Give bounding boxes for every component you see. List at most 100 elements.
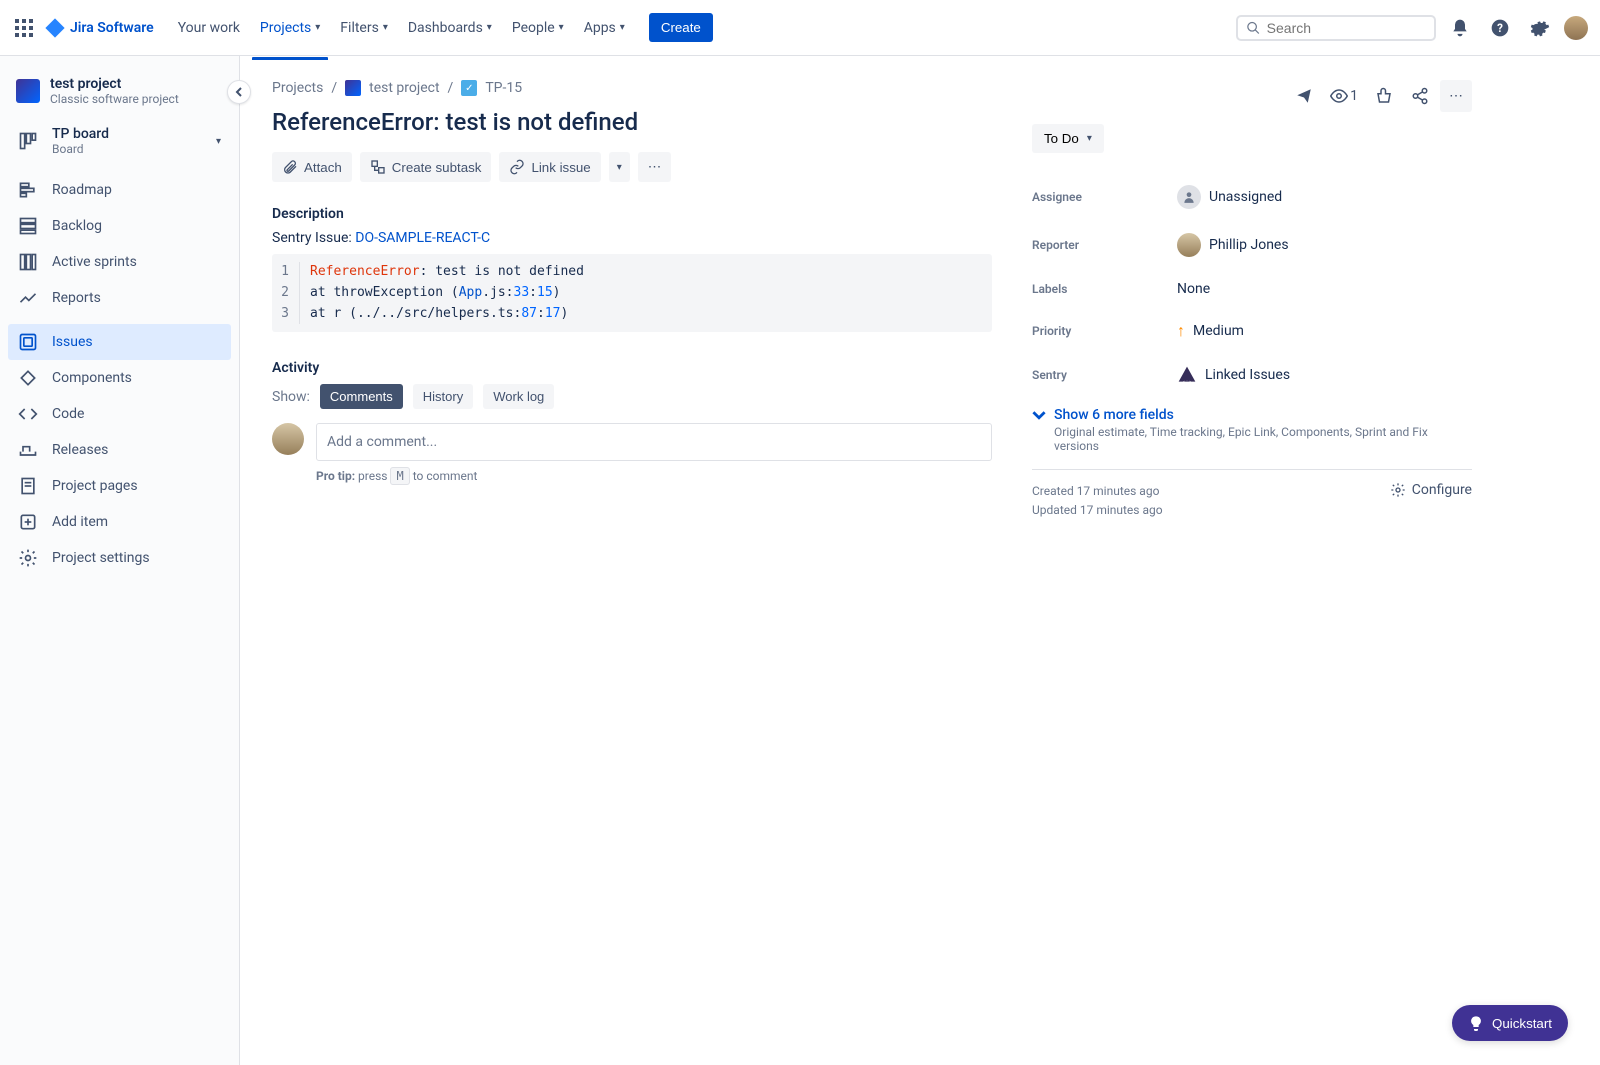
meta-dates: Created 17 minutes ago Updated 17 minute…	[1032, 482, 1163, 520]
sidebar-item-project-pages[interactable]: Project pages	[8, 468, 231, 504]
code-icon	[18, 404, 38, 424]
app-switcher-icon[interactable]	[12, 16, 36, 40]
chevron-down-icon: ▾	[487, 22, 492, 33]
issue-top-actions: 1 ⋯	[1032, 80, 1472, 112]
field-labels[interactable]: Labels None	[1032, 269, 1472, 309]
releases-icon	[18, 440, 38, 460]
more-button[interactable]: ⋯	[1440, 80, 1472, 112]
sentry-issue-line: Sentry Issue: DO-SAMPLE-REACT-C	[272, 230, 992, 246]
unassigned-avatar-icon	[1177, 185, 1201, 209]
settings-icon[interactable]	[1524, 12, 1556, 44]
comment-input[interactable]: Add a comment...	[316, 423, 992, 461]
reporter-avatar	[1177, 233, 1201, 257]
sidebar-item-project-settings[interactable]: Project settings	[8, 540, 231, 576]
breadcrumb-project[interactable]: test project	[369, 80, 439, 96]
sidebar-item-add-item[interactable]: Add item	[8, 504, 231, 540]
notifications-icon[interactable]	[1444, 12, 1476, 44]
show-more-fields[interactable]: Show 6 more fields	[1032, 397, 1472, 425]
breadcrumb-issue-key[interactable]: TP-15	[485, 80, 522, 96]
sidebar-item-issues[interactable]: Issues	[8, 324, 231, 360]
layout: test project Classic software project TP…	[0, 56, 1600, 1065]
create-button[interactable]: Create	[649, 13, 713, 42]
nav-people[interactable]: People▾	[504, 14, 572, 42]
nav-your-work[interactable]: Your work	[170, 14, 248, 42]
backlog-icon	[18, 216, 38, 236]
tab-work-log[interactable]: Work log	[483, 384, 554, 409]
feedback-icon[interactable]	[1288, 80, 1320, 112]
sidebar-item-backlog[interactable]: Backlog	[8, 208, 231, 244]
lightbulb-icon	[1468, 1015, 1484, 1031]
watch-button[interactable]: 1	[1324, 80, 1364, 112]
nav-projects[interactable]: Projects▾	[252, 14, 328, 42]
jira-logo[interactable]: Jira Software	[44, 17, 154, 39]
sidebar-item-components[interactable]: Components	[8, 360, 231, 396]
action-row: Attach Create subtask Link issue ▾ ⋯	[272, 152, 992, 182]
sidebar-item-releases[interactable]: Releases	[8, 432, 231, 468]
code-block: 1ReferenceError: test is not defined 2 a…	[272, 254, 992, 332]
field-sentry[interactable]: Sentry Linked Issues	[1032, 353, 1472, 397]
sidebar-collapse-button[interactable]	[227, 80, 251, 104]
nav-apps[interactable]: Apps▾	[576, 14, 633, 42]
create-subtask-button[interactable]: Create subtask	[360, 152, 492, 182]
svg-text:?: ?	[1497, 21, 1503, 35]
tab-comments[interactable]: Comments	[320, 384, 403, 409]
gear-icon	[1390, 482, 1406, 498]
main-column: Projects / test project / ✓ TP-15 Refere…	[272, 80, 992, 1041]
attach-button[interactable]: Attach	[272, 152, 352, 182]
search-icon	[1246, 20, 1261, 36]
sidebar-item-code[interactable]: Code	[8, 396, 231, 432]
topnav-items: Your work Projects▾ Filters▾ Dashboards▾…	[170, 13, 713, 42]
more-actions-button[interactable]: ⋯	[638, 152, 671, 182]
sidebar-item-roadmap[interactable]: Roadmap	[8, 172, 231, 208]
chevron-down-icon: ▾	[559, 22, 564, 33]
help-icon[interactable]: ?	[1484, 12, 1516, 44]
board-sub: Board	[52, 142, 109, 156]
chevron-down-icon: ▾	[1087, 133, 1092, 144]
status-dropdown[interactable]: To Do▾	[1032, 124, 1104, 153]
board-selector[interactable]: TP board Board ▾	[8, 118, 231, 164]
priority-medium-icon: ↑	[1177, 321, 1185, 341]
breadcrumbs: Projects / test project / ✓ TP-15	[272, 80, 992, 96]
gear-icon	[18, 548, 38, 568]
sidebar-project-type: Classic software project	[50, 92, 179, 106]
nav-dashboards[interactable]: Dashboards▾	[400, 14, 500, 42]
vote-button[interactable]	[1368, 80, 1400, 112]
activity-label: Activity	[272, 360, 992, 376]
sentry-icon	[1177, 365, 1197, 385]
user-avatar[interactable]	[1564, 16, 1588, 40]
add-icon	[18, 512, 38, 532]
configure-button[interactable]: Configure	[1390, 482, 1472, 498]
current-user-avatar	[272, 423, 304, 455]
search-box[interactable]	[1236, 15, 1436, 41]
topnav-right: ?	[1236, 12, 1588, 44]
search-input[interactable]	[1261, 20, 1426, 36]
nav-filters[interactable]: Filters▾	[332, 14, 396, 42]
chevron-down-icon: ▾	[620, 22, 625, 33]
pages-icon	[18, 476, 38, 496]
board-name: TP board	[52, 126, 109, 142]
tab-history[interactable]: History	[413, 384, 473, 409]
project-avatar-icon	[16, 79, 40, 103]
sentry-issue-link[interactable]: DO-SAMPLE-REACT-C	[355, 230, 490, 246]
top-navigation: Jira Software Your work Projects▾ Filter…	[0, 0, 1600, 56]
sidebar-item-reports[interactable]: Reports	[8, 280, 231, 316]
meta-row: Created 17 minutes ago Updated 17 minute…	[1032, 482, 1472, 520]
comment-row: Add a comment...	[272, 423, 992, 461]
pro-tip: Pro tip: press M to comment	[316, 469, 992, 483]
task-type-icon: ✓	[461, 80, 477, 96]
field-priority[interactable]: Priority ↑Medium	[1032, 309, 1472, 353]
project-avatar-icon	[345, 80, 361, 96]
sidebar-project-name: test project	[50, 76, 179, 92]
link-dropdown-button[interactable]: ▾	[609, 152, 630, 182]
field-reporter[interactable]: Reporter Phillip Jones	[1032, 221, 1472, 269]
link-issue-button[interactable]: Link issue	[499, 152, 600, 182]
breadcrumb-projects[interactable]: Projects	[272, 80, 323, 96]
share-button[interactable]	[1404, 80, 1436, 112]
board-icon	[18, 252, 38, 272]
issue-title: ReferenceError: test is not defined	[272, 108, 992, 136]
quickstart-button[interactable]: Quickstart	[1452, 1005, 1568, 1041]
sidebar-item-active-sprints[interactable]: Active sprints	[8, 244, 231, 280]
content: Projects / test project / ✓ TP-15 Refere…	[240, 56, 1600, 1065]
field-assignee[interactable]: Assignee Unassigned	[1032, 173, 1472, 221]
chevron-down-icon	[1032, 408, 1046, 422]
